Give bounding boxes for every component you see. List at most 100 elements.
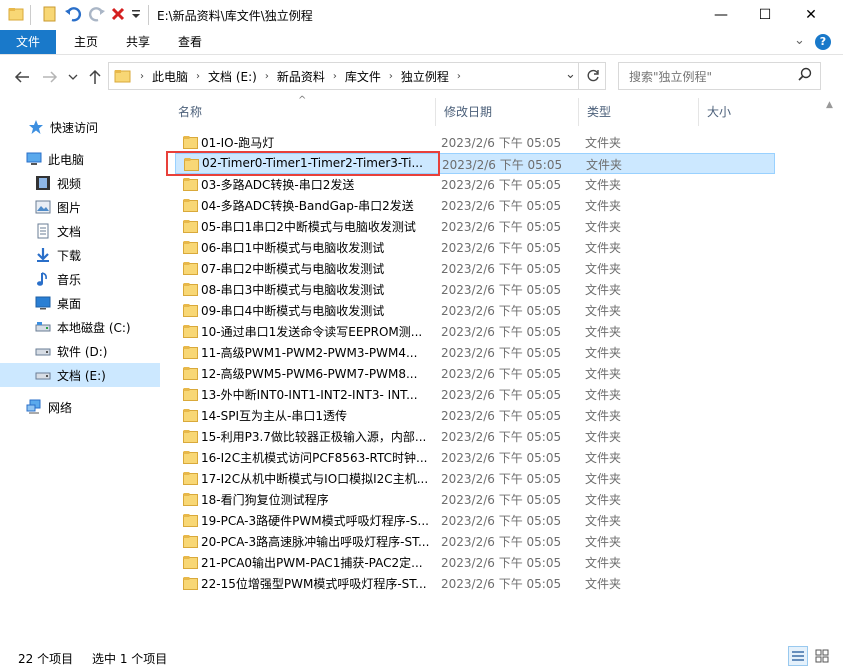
table-row[interactable]: 15-利用P3.7做比较器正极输入源，内部... 2023/2/6 下午 05:0… xyxy=(175,426,775,447)
properties-icon[interactable] xyxy=(42,6,58,22)
file-name: 18-看门狗复位测试程序 xyxy=(201,493,329,507)
sidebar-item-documents[interactable]: 文档 xyxy=(0,219,160,243)
chevron-right-icon[interactable]: › xyxy=(329,71,341,82)
sidebar-item-network[interactable]: 网络 xyxy=(0,395,160,419)
breadcrumb-drive-e[interactable]: 文档 (E:) xyxy=(204,68,261,85)
column-header-type[interactable]: 类型 xyxy=(579,98,699,126)
table-row[interactable]: 21-PCA0输出PWM-PAC1捕获-PAC2定... 2023/2/6 下午 … xyxy=(175,552,775,573)
search-icon[interactable] xyxy=(798,67,812,81)
table-row[interactable]: 13-外中断INT0-INT1-INT2-INT3- INT... 2023/2/… xyxy=(175,384,775,405)
table-row[interactable]: 01-IO-跑马灯 2023/2/6 下午 05:05 文件夹 xyxy=(175,132,775,153)
ribbon-expand-icon[interactable]: ⌄ xyxy=(794,33,805,48)
file-type: 文件夹 xyxy=(586,158,623,172)
breadcrumb-new-products[interactable]: 新品资料 xyxy=(273,68,329,85)
sidebar-item-drive-c[interactable]: 本地磁盘 (C:) xyxy=(0,315,160,339)
table-row[interactable]: 17-I2C从机中断模式与IO口模拟I2C主机... 2023/2/6 下午 05… xyxy=(175,468,775,489)
delete-icon[interactable] xyxy=(110,6,126,22)
sidebar-item-videos[interactable]: 视频 xyxy=(0,171,160,195)
close-button[interactable]: ✕ xyxy=(788,0,834,30)
recent-locations-icon[interactable] xyxy=(68,73,78,81)
search-box[interactable] xyxy=(618,62,821,90)
column-header-date[interactable]: 修改日期 xyxy=(436,98,579,126)
chevron-right-icon[interactable]: › xyxy=(453,71,465,82)
sidebar-item-music[interactable]: 音乐 xyxy=(0,267,160,291)
table-row[interactable]: 12-高级PWM5-PWM6-PWM7-PWM8... 2023/2/6 下午 0… xyxy=(175,363,775,384)
help-icon[interactable]: ? xyxy=(815,34,831,50)
table-row[interactable]: 08-串口3中断模式与电脑收发测试 2023/2/6 下午 05:05 文件夹 xyxy=(175,279,775,300)
scroll-up-icon[interactable]: ▲ xyxy=(826,100,833,110)
address-bar[interactable]: › 此电脑 › 文档 (E:) › 新品资料 › 库文件 › 独立例程 › ⌄ xyxy=(108,62,606,90)
details-view-button[interactable] xyxy=(788,646,808,666)
file-type: 文件夹 xyxy=(585,178,622,192)
file-date: 2023/2/6 下午 05:05 xyxy=(441,241,562,255)
undo-icon[interactable] xyxy=(64,6,82,22)
redo-icon[interactable] xyxy=(88,6,106,22)
maximize-button[interactable]: ☐ xyxy=(742,0,788,30)
table-row[interactable]: 09-串口4中断模式与电脑收发测试 2023/2/6 下午 05:05 文件夹 xyxy=(175,300,775,321)
address-history-icon[interactable]: ⌄ xyxy=(565,67,576,82)
table-row[interactable]: 19-PCA-3路硬件PWM模式呼吸灯程序-S... 2023/2/6 下午 05… xyxy=(175,510,775,531)
chevron-right-icon[interactable]: › xyxy=(385,71,397,82)
chevron-right-icon[interactable]: › xyxy=(136,71,148,82)
tab-file[interactable]: 文件 xyxy=(0,30,56,54)
tab-view[interactable]: 查看 xyxy=(166,30,214,54)
chevron-right-icon[interactable]: › xyxy=(192,71,204,82)
table-row[interactable]: 11-高级PWM1-PWM2-PWM3-PWM4... 2023/2/6 下午 0… xyxy=(175,342,775,363)
minimize-button[interactable]: — xyxy=(698,0,744,30)
table-row[interactable]: 07-串口2中断模式与电脑收发测试 2023/2/6 下午 05:05 文件夹 xyxy=(175,258,775,279)
table-row[interactable]: 03-多路ADC转换-串口2发送 2023/2/6 下午 05:05 文件夹 xyxy=(175,174,775,195)
file-name: 15-利用P3.7做比较器正极输入源，内部... xyxy=(201,430,427,444)
file-date: 2023/2/6 下午 05:05 xyxy=(441,178,562,192)
chevron-right-icon[interactable]: › xyxy=(261,71,273,82)
table-row[interactable]: 16-I2C主机模式访问PCF8563-RTC时钟... 2023/2/6 下午 … xyxy=(175,447,775,468)
file-name: 19-PCA-3路硬件PWM模式呼吸灯程序-S... xyxy=(201,514,429,528)
computer-icon xyxy=(26,152,42,165)
table-row[interactable]: 05-串口1串口2中断模式与电脑收发测试 2023/2/6 下午 05:05 文件夹 xyxy=(175,216,775,237)
sidebar-item-this-pc[interactable]: 此电脑 xyxy=(0,147,160,171)
forward-icon[interactable] xyxy=(42,70,58,84)
refresh-button[interactable] xyxy=(578,62,606,90)
table-row[interactable]: 06-串口1中断模式与电脑收发测试 2023/2/6 下午 05:05 文件夹 xyxy=(175,237,775,258)
column-header-size[interactable]: 大小 xyxy=(699,98,779,126)
file-date: 2023/2/6 下午 05:05 xyxy=(441,556,562,570)
sidebar-item-pictures[interactable]: 图片 xyxy=(0,195,160,219)
table-row[interactable]: 10-通过串口1发送命令读写EEPROM测... 2023/2/6 下午 05:0… xyxy=(175,321,775,342)
search-input[interactable] xyxy=(627,64,801,90)
folder-icon xyxy=(183,388,198,401)
sidebar-item-desktop[interactable]: 桌面 xyxy=(0,291,160,315)
tab-home[interactable]: 主页 xyxy=(62,30,110,54)
large-icons-view-button[interactable] xyxy=(812,646,832,666)
folder-icon[interactable] xyxy=(8,6,24,22)
sidebar-item-quick-access[interactable]: 快速访问 xyxy=(0,115,160,139)
column-header-name[interactable]: 名称 xyxy=(170,98,436,126)
breadcrumb-this-pc[interactable]: 此电脑 xyxy=(148,68,192,85)
tab-share[interactable]: 共享 xyxy=(114,30,162,54)
sidebar-item-drive-d[interactable]: 软件 (D:) xyxy=(0,339,160,363)
breadcrumb-examples[interactable]: 独立例程 xyxy=(397,68,453,85)
table-row[interactable]: 04-多路ADC转换-BandGap-串口2发送 2023/2/6 下午 05:0… xyxy=(175,195,775,216)
up-icon[interactable] xyxy=(88,69,102,85)
file-type: 文件夹 xyxy=(585,283,622,297)
sidebar-item-downloads[interactable]: 下载 xyxy=(0,243,160,267)
folder-icon xyxy=(183,535,198,548)
sidebar-item-drive-e[interactable]: 文档 (E:) xyxy=(0,363,160,387)
file-name: 07-串口2中断模式与电脑收发测试 xyxy=(201,262,385,276)
file-name: 08-串口3中断模式与电脑收发测试 xyxy=(201,283,385,297)
customize-toolbar-icon[interactable] xyxy=(130,8,142,20)
table-row[interactable]: 20-PCA-3路高速脉冲输出呼吸灯程序-ST... 2023/2/6 下午 05… xyxy=(175,531,775,552)
table-row[interactable]: 18-看门狗复位测试程序 2023/2/6 下午 05:05 文件夹 xyxy=(175,489,775,510)
back-icon[interactable] xyxy=(14,70,30,84)
file-name: 20-PCA-3路高速脉冲输出呼吸灯程序-ST... xyxy=(201,535,430,549)
file-name: 21-PCA0输出PWM-PAC1捕获-PAC2定... xyxy=(201,556,423,570)
table-row[interactable]: 22-15位增强型PWM模式呼吸灯程序-ST... 2023/2/6 下午 05:… xyxy=(175,573,775,594)
folder-icon xyxy=(183,430,198,443)
file-type: 文件夹 xyxy=(585,535,622,549)
vertical-scrollbar[interactable]: ▲ xyxy=(822,100,843,640)
file-type: 文件夹 xyxy=(585,220,622,234)
folder-icon xyxy=(183,136,198,149)
breadcrumb-library[interactable]: 库文件 xyxy=(341,68,385,85)
file-date: 2023/2/6 下午 05:05 xyxy=(441,409,562,423)
table-row[interactable]: 14-SPI互为主从-串口1透传 2023/2/6 下午 05:05 文件夹 xyxy=(175,405,775,426)
file-name: 16-I2C主机模式访问PCF8563-RTC时钟... xyxy=(201,451,428,465)
file-type: 文件夹 xyxy=(585,430,622,444)
